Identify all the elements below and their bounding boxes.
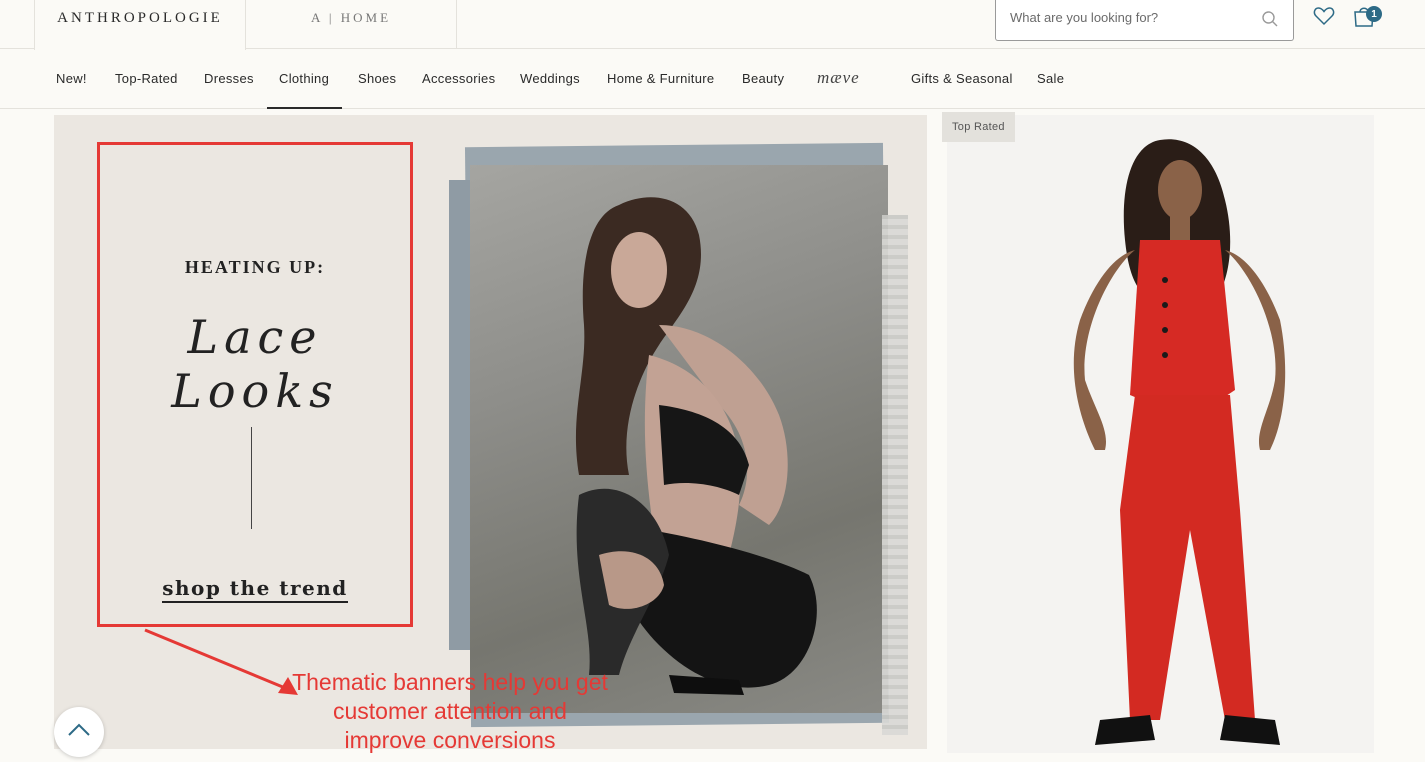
shop-the-trend-link[interactable]: shop the trend: [97, 576, 413, 603]
nav-item-maeve[interactable]: mæve: [817, 68, 860, 88]
active-nav-indicator: [267, 107, 342, 109]
chevron-up-icon: [68, 723, 90, 736]
product-model-image: [1073, 139, 1286, 745]
search-input[interactable]: [1010, 10, 1260, 25]
brand-logo[interactable]: ANTHROPOLOGIE: [57, 10, 223, 27]
search-icon[interactable]: [1261, 10, 1279, 28]
brand-tab[interactable]: ANTHROPOLOGIE: [34, 0, 246, 50]
nav-item-shoes[interactable]: Shoes: [358, 71, 396, 86]
wishlist-heart-icon[interactable]: [1313, 6, 1335, 26]
nav-item-beauty[interactable]: Beauty: [742, 71, 784, 86]
home-tab-label[interactable]: A | HOME: [311, 10, 391, 26]
hero-divider: [251, 427, 252, 529]
search-box[interactable]: [995, 0, 1294, 41]
nav-item-top-rated[interactable]: Top-Rated: [115, 71, 178, 86]
shop-the-trend-label[interactable]: shop the trend: [162, 576, 348, 603]
nav-item-weddings[interactable]: Weddings: [520, 71, 580, 86]
hero-model-image: [575, 197, 817, 695]
hero-title: Lace Looks: [171, 310, 339, 418]
scroll-to-top-button[interactable]: [54, 707, 104, 757]
nav-item-gifts-seasonal[interactable]: Gifts & Seasonal: [911, 71, 1013, 86]
nav-item-dresses[interactable]: Dresses: [204, 71, 254, 86]
nav-item-new[interactable]: New!: [56, 71, 87, 86]
lace-trim-decoration: [882, 215, 908, 735]
top-rated-badge: Top Rated: [942, 112, 1015, 142]
main-nav: New! Top-Rated Dresses Clothing Shoes Ac…: [0, 49, 1425, 109]
annotation-text: Thematic banners help you get customer a…: [292, 669, 608, 753]
nav-item-clothing[interactable]: Clothing: [279, 71, 329, 86]
hero-kicker: HEATING UP:: [184, 257, 326, 277]
nav-item-home-furniture[interactable]: Home & Furniture: [607, 71, 714, 86]
annotation-arrow: [144, 628, 298, 695]
nav-item-sale[interactable]: Sale: [1037, 71, 1064, 86]
nav-item-accessories[interactable]: Accessories: [422, 71, 495, 86]
cart-count-badge: 1: [1366, 6, 1382, 22]
home-tab[interactable]: A | HOME: [246, 0, 457, 49]
